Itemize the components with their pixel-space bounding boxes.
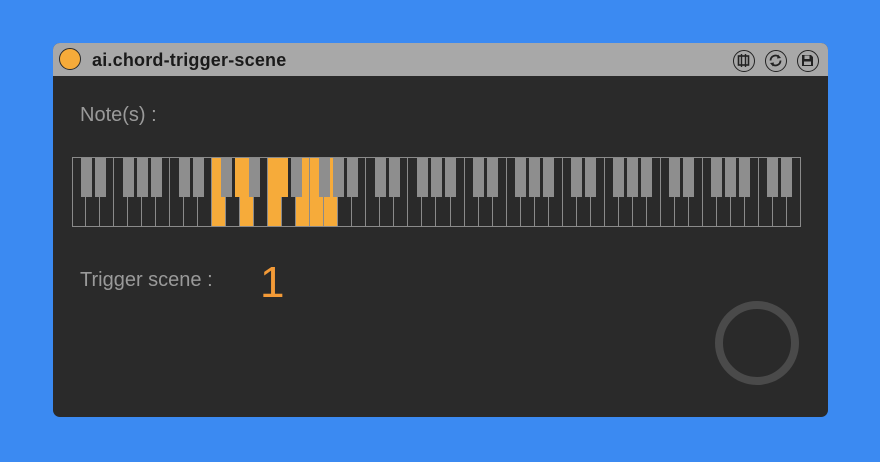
piano-black-key[interactable] xyxy=(571,157,583,197)
piano-black-key[interactable] xyxy=(388,157,400,197)
save-icon[interactable] xyxy=(797,50,819,72)
piano-black-key[interactable] xyxy=(346,157,358,197)
piano-black-key[interactable] xyxy=(473,157,485,197)
trigger-scene-label: Trigger scene : xyxy=(80,269,213,291)
refresh-icon[interactable] xyxy=(765,50,787,72)
piano-black-key[interactable] xyxy=(192,157,204,197)
piano-black-key[interactable] xyxy=(683,157,695,197)
piano-black-key[interactable] xyxy=(627,157,639,197)
piano-black-key[interactable] xyxy=(318,157,330,197)
device-titlebar[interactable]: ai.chord-trigger-scene xyxy=(53,43,828,76)
piano-black-key[interactable] xyxy=(669,157,681,197)
piano-black-key[interactable] xyxy=(739,157,751,197)
piano-black-key[interactable] xyxy=(150,157,162,197)
piano-black-key[interactable] xyxy=(543,157,555,197)
piano-black-key[interactable] xyxy=(290,157,302,197)
piano-black-key[interactable] xyxy=(220,157,232,197)
piano-black-key[interactable] xyxy=(122,157,134,197)
piano-black-key[interactable] xyxy=(767,157,779,197)
piano-black-key[interactable] xyxy=(178,157,190,197)
piano-black-key[interactable] xyxy=(711,157,723,197)
piano-black-key[interactable] xyxy=(431,157,442,197)
piano-black-key[interactable] xyxy=(529,157,541,197)
piano-black-key[interactable] xyxy=(515,157,527,197)
piano-black-key[interactable] xyxy=(94,157,106,197)
trigger-scene-value[interactable]: 1 xyxy=(260,259,284,307)
piano-black-key[interactable] xyxy=(80,157,92,197)
freeze-icon[interactable] xyxy=(733,50,755,72)
trigger-indicator-ring xyxy=(715,301,799,385)
piano-black-key[interactable] xyxy=(248,157,260,197)
piano-black-key[interactable] xyxy=(445,157,457,197)
piano-black-key[interactable] xyxy=(641,157,653,197)
notes-label: Note(s) : xyxy=(80,104,157,126)
piano-black-key[interactable] xyxy=(585,157,597,197)
piano-keyboard[interactable] xyxy=(72,157,801,227)
piano-black-key[interactable] xyxy=(374,157,386,197)
piano-black-key[interactable] xyxy=(276,157,288,197)
device-power-button[interactable] xyxy=(59,48,81,70)
piano-black-key[interactable] xyxy=(136,157,148,197)
piano-black-key[interactable] xyxy=(234,157,246,197)
piano-black-key[interactable] xyxy=(332,157,344,197)
piano-black-key[interactable] xyxy=(781,157,793,197)
device-title: ai.chord-trigger-scene xyxy=(92,50,287,70)
piano-black-key[interactable] xyxy=(613,157,625,197)
piano-black-key[interactable] xyxy=(487,157,499,197)
piano-black-key[interactable] xyxy=(725,157,737,197)
piano-black-key[interactable] xyxy=(416,157,428,197)
device-window: ai.chord-trigger-scene Note(s): Trigger… xyxy=(53,43,828,417)
